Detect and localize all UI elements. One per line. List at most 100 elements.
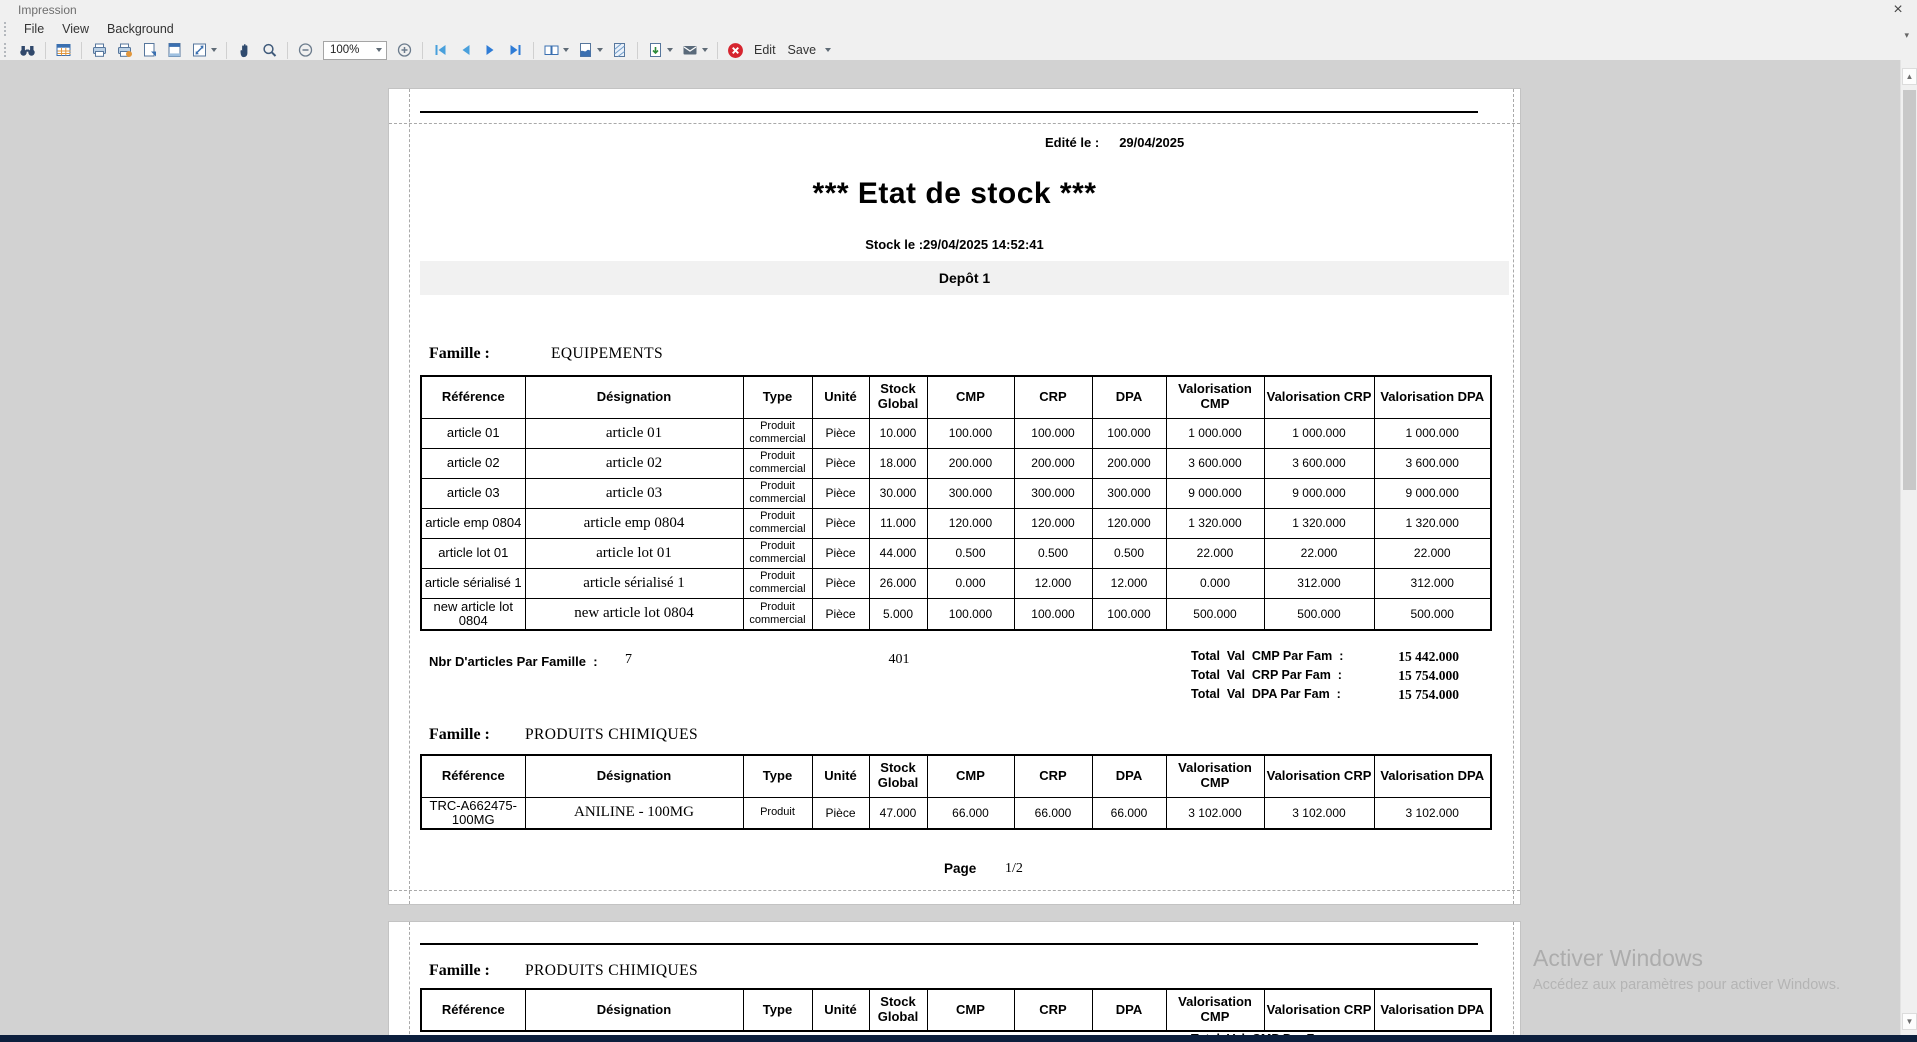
page-footer: Page 1/2 bbox=[389, 861, 1520, 879]
cell-dpa: 300.000 bbox=[1092, 478, 1166, 508]
email-icon[interactable] bbox=[677, 40, 712, 60]
preview-area[interactable]: Edité le :29/04/2025 *** Etat de stock *… bbox=[0, 60, 1917, 1042]
nbr-articles-label: Nbr D'articles Par Famille : bbox=[429, 654, 598, 669]
export-document-icon[interactable] bbox=[643, 40, 677, 60]
cell-dpa: 100.000 bbox=[1092, 598, 1166, 630]
scale-icon[interactable] bbox=[187, 40, 221, 60]
chevron-down-icon[interactable] bbox=[825, 48, 831, 52]
menu-background[interactable]: Background bbox=[98, 21, 183, 37]
cell-designation: article lot 01 bbox=[525, 538, 743, 568]
column-header: CRP bbox=[1014, 755, 1092, 797]
cell-designation: article 01 bbox=[525, 418, 743, 448]
cell-designation: article sérialisé 1 bbox=[525, 568, 743, 598]
zoom-in-icon[interactable] bbox=[392, 40, 417, 60]
cell-crp: 0.500 bbox=[1014, 538, 1092, 568]
stock-table-page2: RéférenceDésignationTypeUnitéStock Globa… bbox=[420, 988, 1492, 1032]
stock-table-equipements: RéférenceDésignationTypeUnitéStock Globa… bbox=[420, 375, 1492, 631]
chevron-down-icon[interactable] bbox=[702, 48, 708, 52]
cell-type: Produit bbox=[743, 797, 812, 829]
cell-dpa: 0.500 bbox=[1092, 538, 1166, 568]
hand-tool-icon[interactable] bbox=[232, 40, 257, 60]
grip-handle[interactable] bbox=[4, 43, 9, 57]
watermark-icon[interactable] bbox=[607, 40, 632, 60]
column-header: Unité bbox=[812, 989, 869, 1031]
column-header: Stock Global bbox=[869, 376, 927, 418]
column-header: Stock Global bbox=[869, 989, 927, 1031]
cell-cmp: 200.000 bbox=[927, 448, 1014, 478]
cell-cmp: 300.000 bbox=[927, 478, 1014, 508]
page-label: Page bbox=[944, 861, 976, 876]
zoom-out-icon[interactable] bbox=[293, 40, 318, 60]
table-row: article emp 0804 article emp 0804 Produi… bbox=[421, 508, 1491, 538]
menu-view[interactable]: View bbox=[53, 21, 98, 37]
last-page-icon[interactable] bbox=[503, 40, 528, 60]
close-icon[interactable]: × bbox=[1889, 1, 1907, 19]
watermark-subtitle: Accédez aux paramètres pour activer Wind… bbox=[1533, 977, 1840, 993]
famille-name: PRODUITS CHIMIQUES bbox=[525, 962, 698, 980]
column-header: Référence bbox=[421, 755, 525, 797]
column-header: Valorisation DPA bbox=[1374, 376, 1491, 418]
table-header-row: RéférenceDésignationTypeUnitéStock Globa… bbox=[421, 755, 1491, 797]
famille-label: Famille : bbox=[429, 345, 490, 363]
scroll-up-icon[interactable]: ▲ bbox=[1902, 68, 1917, 85]
cell-valorisation-dpa: 312.000 bbox=[1374, 568, 1491, 598]
grip-handle[interactable] bbox=[4, 22, 9, 36]
cell-reference: article 02 bbox=[421, 448, 525, 478]
vertical-scrollbar[interactable]: ▲ ▼ bbox=[1900, 60, 1917, 1042]
header-rule bbox=[420, 111, 1478, 113]
column-header: Valorisation CRP bbox=[1264, 755, 1374, 797]
zoom-combo[interactable]: 100% bbox=[323, 41, 387, 60]
chevron-down-icon[interactable] bbox=[597, 48, 603, 52]
search-icon[interactable] bbox=[15, 40, 40, 60]
customize-icon[interactable] bbox=[51, 40, 76, 60]
magnifier-icon[interactable] bbox=[257, 40, 282, 60]
quick-print-icon[interactable] bbox=[112, 40, 137, 60]
column-header: CMP bbox=[927, 376, 1014, 418]
cell-cmp: 100.000 bbox=[927, 418, 1014, 448]
next-page-icon[interactable] bbox=[478, 40, 503, 60]
cell-cmp: 0.000 bbox=[927, 568, 1014, 598]
multiple-pages-icon[interactable] bbox=[539, 40, 573, 60]
scroll-down-icon[interactable]: ▼ bbox=[1902, 1013, 1917, 1030]
cell-valorisation-cmp: 3 102.000 bbox=[1166, 797, 1264, 829]
header-footer-icon[interactable] bbox=[162, 40, 187, 60]
watermark-title: Activer Windows bbox=[1533, 945, 1840, 972]
cell-valorisation-crp: 3 600.000 bbox=[1264, 448, 1374, 478]
cell-designation: article 02 bbox=[525, 448, 743, 478]
close-preview-icon[interactable] bbox=[723, 40, 748, 60]
save-button[interactable]: Save bbox=[782, 43, 823, 57]
menu-bar: File View Background bbox=[0, 20, 1917, 38]
edit-button[interactable]: Edit bbox=[748, 43, 782, 57]
cell-valorisation-dpa: 3 102.000 bbox=[1374, 797, 1491, 829]
table-row: TRC-A662475-100MG ANILINE - 100MG Produi… bbox=[421, 797, 1491, 829]
cell-dpa: 100.000 bbox=[1092, 418, 1166, 448]
menu-file[interactable]: File bbox=[15, 21, 53, 37]
cell-designation: ANILINE - 100MG bbox=[525, 797, 743, 829]
cell-valorisation-crp: 3 102.000 bbox=[1264, 797, 1374, 829]
print-icon[interactable] bbox=[87, 40, 112, 60]
column-header: Valorisation CRP bbox=[1264, 376, 1374, 418]
cell-valorisation-dpa: 1 000.000 bbox=[1374, 418, 1491, 448]
report-title: *** Etat de stock *** bbox=[389, 177, 1520, 211]
cell-cmp: 66.000 bbox=[927, 797, 1014, 829]
column-header: Unité bbox=[812, 376, 869, 418]
chevron-down-icon[interactable] bbox=[376, 48, 382, 52]
column-header: Valorisation DPA bbox=[1374, 755, 1491, 797]
column-header: Stock Global bbox=[869, 755, 927, 797]
total-line: Total Val CRP Par Fam : 15 754.000 bbox=[1191, 668, 1459, 687]
cell-stock-global: 26.000 bbox=[869, 568, 927, 598]
prev-page-icon[interactable] bbox=[453, 40, 478, 60]
chevron-down-icon[interactable] bbox=[667, 48, 673, 52]
column-header: Référence bbox=[421, 989, 525, 1031]
column-header: Unité bbox=[812, 755, 869, 797]
page-setup-icon[interactable] bbox=[137, 40, 162, 60]
cell-type: Produit commercial bbox=[743, 478, 812, 508]
column-header: DPA bbox=[1092, 755, 1166, 797]
first-page-icon[interactable] bbox=[428, 40, 453, 60]
page-color-icon[interactable] bbox=[573, 40, 607, 60]
toolbar-separator bbox=[533, 42, 534, 59]
chevron-down-icon[interactable] bbox=[211, 48, 217, 52]
cell-reference: article lot 01 bbox=[421, 538, 525, 568]
scrollbar-thumb[interactable] bbox=[1903, 90, 1916, 490]
chevron-down-icon[interactable] bbox=[563, 48, 569, 52]
